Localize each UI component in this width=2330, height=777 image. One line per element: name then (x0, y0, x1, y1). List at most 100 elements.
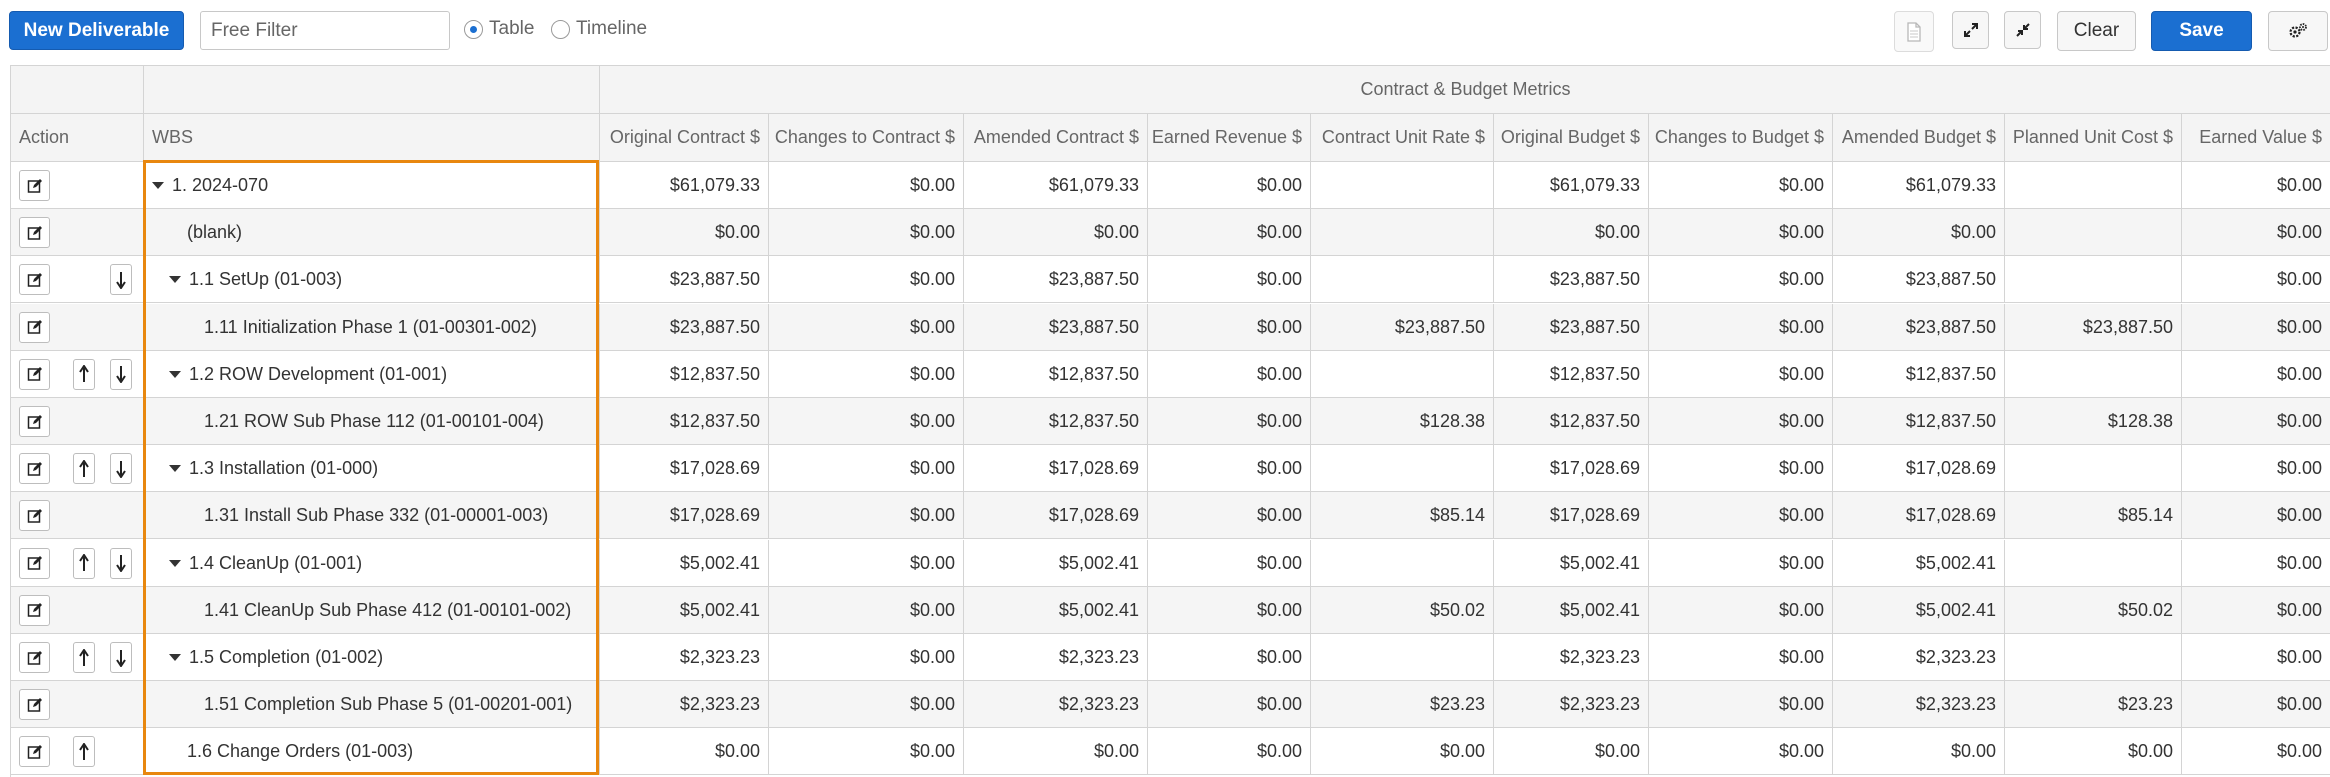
table-row[interactable]: 1.3 Installation (01-000) $17,028.69 $0.00… (11, 445, 2330, 493)
contract-unit-rate-cell (1311, 209, 1494, 257)
original-contract-cell: $5,002.41 (600, 586, 769, 634)
earned-value-cell: $0.00 (2182, 587, 2330, 634)
caret-down-icon[interactable] (169, 465, 181, 473)
free-filter-input[interactable] (200, 11, 450, 50)
amended-contract-cell: $2,323.23 (964, 634, 1148, 681)
wbs-cell[interactable]: 1.3 Installation (01-000) (144, 445, 600, 493)
wbs-cell[interactable]: 1.51 Completion Sub Phase 5 (01-00201-00… (144, 681, 600, 729)
edit-button[interactable] (19, 689, 50, 721)
action-cell (11, 728, 144, 776)
table-row[interactable]: 1.21 ROW Sub Phase 112 (01-00101-004) $12… (11, 398, 2330, 445)
edit-button[interactable] (19, 642, 50, 673)
wbs-cell[interactable]: 1.31 Install Sub Phase 332 (01-00001-003… (144, 492, 600, 540)
amended-contract-cell: $12,837.50 (964, 398, 1148, 445)
column-header-wbs[interactable]: WBS (144, 114, 600, 162)
edit-button[interactable] (19, 500, 50, 532)
table-row[interactable]: (blank) $0.00 $0.00 $0.00 $0.00 $0.00 $0.00 $0.… (11, 209, 2330, 257)
wbs-cell[interactable]: (blank) (144, 209, 600, 257)
wbs-cell[interactable]: 1.11 Initialization Phase 1 (01-00301-00… (144, 303, 600, 351)
table-row[interactable]: 1.11 Initialization Phase 1 (01-00301-00… (11, 303, 2330, 351)
wbs-cell[interactable]: 1.2 ROW Development (01-001) (144, 350, 600, 398)
table-row[interactable]: 1.2 ROW Development (01-001) $12,837.50 $0… (11, 350, 2330, 398)
edit-button[interactable] (19, 217, 50, 249)
caret-down-icon[interactable] (169, 654, 181, 661)
wbs-cell[interactable]: 1.21 ROW Sub Phase 112 (01-00101-004) (144, 398, 600, 445)
column-header-amended-budget[interactable]: Amended Budget $ (1833, 114, 2005, 162)
table-row[interactable]: 1.1 SetUp (01-003) $23,887.50 $0.00 $23,887… (11, 256, 2330, 304)
column-header-earned-revenue[interactable]: Earned Revenue $ (1148, 114, 1311, 162)
edit-button[interactable] (19, 170, 50, 201)
table-row[interactable]: 1.5 Completion (01-002) $2,323.23 $0.00 $2,… (11, 634, 2330, 681)
move-down-button[interactable] (110, 547, 132, 579)
original-budget-cell: $5,002.41 (1494, 586, 1649, 634)
settings-button[interactable] (2268, 11, 2328, 51)
view-table-option[interactable]: Table (464, 18, 534, 40)
wbs-cell[interactable]: 1.1 SetUp (01-003) (144, 256, 600, 304)
radio-timeline[interactable] (551, 19, 570, 39)
new-deliverable-button[interactable]: New Deliverable (9, 11, 184, 50)
original-budget-cell: $23,887.50 (1494, 256, 1649, 304)
column-header-planned-unit-cost[interactable]: Planned Unit Cost $ (2005, 114, 2182, 162)
edit-button[interactable] (19, 594, 50, 626)
original-contract-cell: $0.00 (600, 209, 769, 257)
column-header-action[interactable]: Action (11, 114, 144, 162)
edit-button[interactable] (19, 406, 50, 437)
column-header-amended-contract[interactable]: Amended Contract $ (964, 114, 1148, 162)
table-row[interactable]: 1.41 CleanUp Sub Phase 412 (01-00101-002… (11, 586, 2330, 634)
table-row[interactable]: 1.31 Install Sub Phase 332 (01-00001-003… (11, 492, 2330, 540)
column-header-original-budget[interactable]: Original Budget $ (1494, 114, 1649, 162)
column-header-changes-to-contract[interactable]: Changes to Contract $ (769, 114, 964, 162)
changes-to-budget-cell: $0.00 (1649, 209, 1833, 257)
radio-table[interactable] (464, 19, 483, 39)
document-button[interactable] (1894, 11, 1934, 52)
save-button[interactable]: Save (2151, 11, 2252, 51)
move-up-button[interactable] (73, 547, 95, 579)
collapse-all-button[interactable] (2004, 11, 2041, 49)
table-row[interactable]: 1.51 Completion Sub Phase 5 (01-00201-00… (11, 681, 2330, 729)
table-row[interactable]: 1. 2024-070 $61,079.33 $0.00 $61,079.33 $0.0… (11, 162, 2330, 209)
contract-unit-rate-cell (1311, 350, 1494, 398)
column-header-original-contract[interactable]: Original Contract $ (600, 114, 769, 162)
column-header-contract-unit-rate[interactable]: Contract Unit Rate $ (1311, 114, 1494, 162)
caret-down-icon[interactable] (169, 276, 181, 284)
edit-button[interactable] (19, 264, 50, 296)
table-row[interactable]: 1.6 Change Orders (01-003) $0.00 $0.00 $0.0… (11, 728, 2330, 776)
wbs-cell[interactable]: 1.41 CleanUp Sub Phase 412 (01-00101-002… (144, 586, 600, 634)
original-contract-cell: $2,323.23 (600, 681, 769, 729)
move-up-button[interactable] (73, 453, 95, 485)
move-down-button[interactable] (110, 358, 132, 390)
amended-contract-cell: $5,002.41 (964, 539, 1148, 587)
original-contract-cell: $12,837.50 (600, 398, 769, 445)
move-down-button[interactable] (110, 642, 132, 673)
edit-button[interactable] (19, 736, 50, 768)
changes-to-contract-cell: $0.00 (769, 303, 964, 351)
table-row[interactable]: 1.4 CleanUp (01-001) $5,002.41 $0.00 $5,002… (11, 539, 2330, 587)
column-header-changes-to-budget[interactable]: Changes to Budget $ (1649, 114, 1833, 162)
edit-button[interactable] (19, 453, 50, 485)
original-budget-cell: $12,837.50 (1494, 398, 1649, 445)
move-down-button[interactable] (110, 453, 132, 485)
move-up-button[interactable] (73, 642, 95, 673)
move-up-button[interactable] (73, 358, 95, 390)
wbs-cell[interactable]: 1.6 Change Orders (01-003) (144, 728, 600, 776)
edit-button[interactable] (19, 311, 50, 343)
edit-button[interactable] (19, 358, 50, 390)
caret-down-icon[interactable] (169, 370, 181, 378)
view-timeline-option[interactable]: Timeline (551, 18, 647, 40)
move-down-button[interactable] (110, 264, 132, 296)
expand-all-button[interactable] (1952, 11, 1989, 49)
original-budget-cell: $61,079.33 (1494, 162, 1649, 209)
earned-value-cell: $0.00 (2182, 728, 2330, 775)
wbs-cell[interactable]: 1. 2024-070 (144, 162, 600, 209)
wbs-cell[interactable]: 1.5 Completion (01-002) (144, 634, 600, 681)
column-header-earned-value[interactable]: Earned Value $ (2182, 114, 2330, 162)
wbs-cell[interactable]: 1.4 CleanUp (01-001) (144, 539, 600, 587)
clear-button[interactable]: Clear (2057, 11, 2136, 51)
earned-revenue-cell: $0.00 (1148, 445, 1311, 493)
caret-down-icon[interactable] (152, 182, 164, 189)
caret-down-icon[interactable] (169, 559, 181, 567)
group-header-label: Contract & Budget Metrics (1360, 79, 1571, 99)
move-up-button[interactable] (73, 736, 95, 768)
edit-button[interactable] (19, 547, 50, 579)
arrow-down-icon (116, 271, 126, 289)
